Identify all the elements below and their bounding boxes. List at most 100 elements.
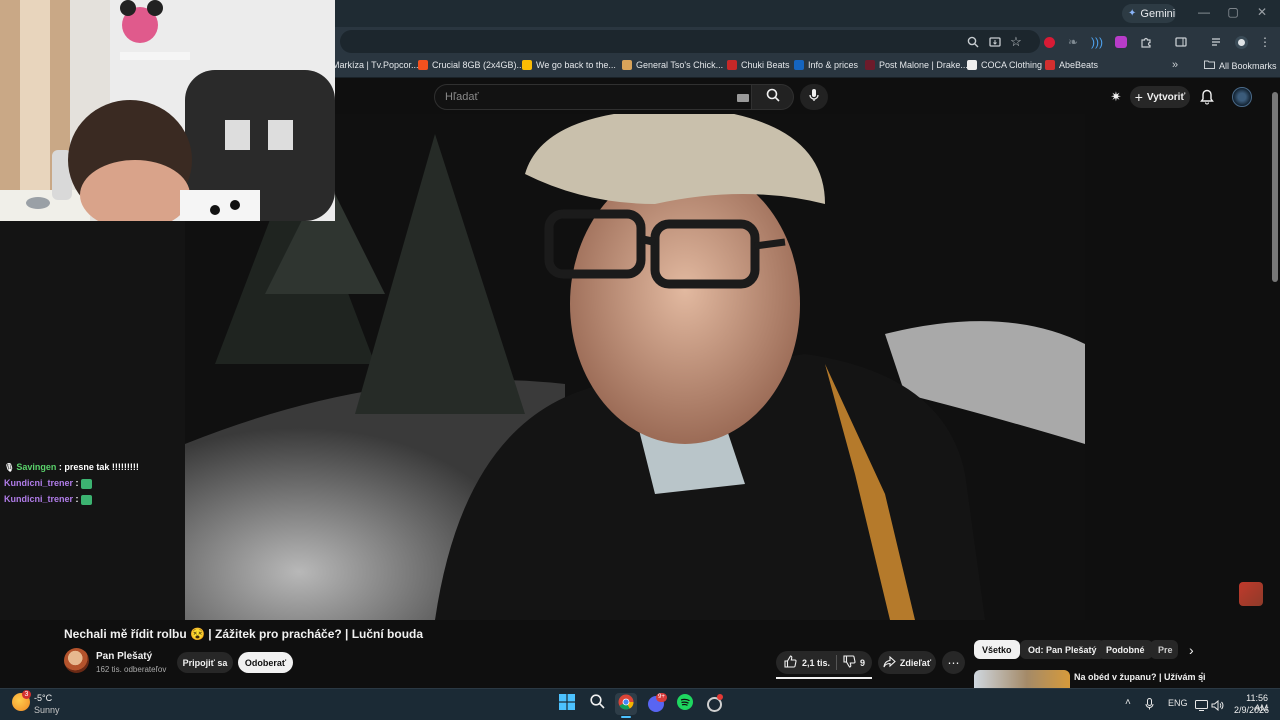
zoom-icon[interactable] — [964, 33, 982, 51]
like-count: 2,1 tis. — [802, 657, 831, 668]
account-avatar[interactable] — [1232, 87, 1252, 107]
create-button[interactable]: + Vytvoriť — [1130, 86, 1190, 108]
sparkle-icon: ✦ — [1128, 8, 1137, 19]
gemini-button[interactable]: ✦ Gemini — [1122, 4, 1176, 23]
address-bar[interactable] — [340, 30, 1040, 53]
bookmark-item[interactable]: Markíza | Tv.Popcor... — [332, 60, 419, 70]
dislike-button[interactable]: 9 — [840, 651, 870, 674]
weather-temp[interactable]: -5°C — [34, 693, 52, 703]
weather-desc[interactable]: Sunny — [34, 705, 60, 715]
profile-avatar[interactable] — [1232, 33, 1250, 51]
like-divider — [836, 655, 837, 670]
subscribe-button[interactable]: Odoberať — [238, 652, 293, 673]
channel-avatar[interactable] — [64, 648, 89, 673]
video-title: Nechali mě řídit rolbu 😵 | Zážitek pro p… — [64, 627, 424, 641]
discord-badge: 9+ — [656, 693, 667, 702]
chat-text: presne tak !!!!!!!!! — [64, 462, 139, 472]
bookmark-item[interactable]: General Tso's Chick... — [622, 60, 723, 70]
all-bookmarks-button[interactable]: All Bookmarks — [1204, 60, 1277, 71]
search-input[interactable]: Hľadať — [434, 84, 752, 110]
thumbs-up-icon — [784, 655, 797, 670]
chat-username[interactable]: Kundicni_trener — [4, 478, 73, 488]
keyboard-icon[interactable] — [737, 94, 749, 102]
extension-leaf-icon[interactable]: ❧ — [1064, 33, 1082, 51]
webcam-overlay — [0, 0, 335, 221]
taskbar-search-button[interactable] — [586, 693, 608, 715]
bookmark-star-icon[interactable]: ☆ — [1007, 33, 1025, 51]
recommended-menu-icon[interactable]: ⋮ — [1196, 670, 1208, 684]
chat-username[interactable]: Savingen — [16, 462, 56, 472]
channel-name[interactable]: Pan Plešatý — [96, 651, 152, 662]
tray-display-icon[interactable] — [1195, 698, 1208, 716]
scrollbar-thumb[interactable] — [1272, 92, 1278, 282]
chat-badge-icon: 🎙 — [4, 463, 17, 472]
chip-for-you[interactable]: Pre — [1150, 640, 1178, 659]
weather-badge: 3 — [22, 690, 31, 699]
bookmark-label: Crucial 8GB (2x4GB)... — [432, 60, 525, 70]
share-label: Zdieľať — [899, 657, 932, 668]
install-app-icon[interactable] — [986, 33, 1004, 51]
bookmark-label: Info & prices — [808, 60, 859, 70]
bookmark-favicon-icon — [622, 60, 632, 70]
bookmark-item[interactable]: Post Malone | Drake... — [865, 60, 968, 70]
bookmarks-overflow-button[interactable]: » — [1172, 59, 1178, 71]
chevron-right-icon[interactable]: › — [1189, 642, 1194, 658]
side-panel-icon[interactable] — [1172, 33, 1190, 51]
bookmark-favicon-icon — [967, 60, 977, 70]
plus-icon: + — [1134, 89, 1143, 105]
search-button[interactable] — [752, 84, 794, 110]
folder-icon — [1204, 60, 1215, 71]
tray-volume-icon[interactable] — [1211, 698, 1224, 716]
chat-username[interactable]: Kundicni_trener — [4, 494, 73, 504]
minimize-button[interactable]: — — [1196, 5, 1212, 19]
emote-icon — [81, 494, 93, 505]
language-indicator[interactable]: ENG — [1168, 698, 1188, 708]
close-window-button[interactable]: ✕ — [1254, 5, 1270, 19]
yt-sparkle-icon[interactable]: ✷ — [1108, 89, 1124, 105]
show-hidden-icons-chevron[interactable]: ˄ — [1125, 697, 1131, 708]
join-button[interactable]: Pripojiť sa — [177, 652, 233, 673]
chip-all[interactable]: Všetko — [974, 640, 1020, 659]
chip-related[interactable]: Podobné — [1098, 640, 1153, 659]
taskbar-chrome-button[interactable] — [615, 693, 637, 715]
like-ratio-bar — [776, 677, 872, 679]
clock-date[interactable]: 2/9/2026 — [1234, 705, 1269, 715]
app-notification-dot — [717, 694, 723, 700]
chip-from-channel[interactable]: Od: Pan Plešatý — [1020, 640, 1105, 659]
media-control-icon[interactable] — [1208, 33, 1226, 51]
chrome-menu-icon[interactable]: ⋮ — [1256, 33, 1274, 51]
spotify-icon — [677, 693, 693, 715]
more-horizontal-icon: ⋯ — [947, 655, 960, 670]
bookmark-item[interactable]: Chuki Beats — [727, 60, 790, 70]
recommended-title[interactable]: Na obéd v županu? | Užívám si — [1074, 672, 1206, 682]
share-button[interactable]: Zdieľať — [878, 651, 936, 674]
search-icon — [766, 88, 780, 107]
bookmark-item[interactable]: COCA Clothing — [967, 60, 1042, 70]
start-button[interactable] — [556, 693, 578, 715]
bookmark-favicon-icon — [727, 60, 737, 70]
bookmark-label: Post Malone | Drake... — [879, 60, 968, 70]
recommended-thumbnail[interactable] — [974, 670, 1070, 688]
bookmark-item[interactable]: Info & prices — [794, 60, 858, 70]
bookmark-label: AbeBeats — [1059, 60, 1099, 70]
maximize-button[interactable]: ▢ — [1225, 5, 1241, 19]
bookmark-item[interactable]: Crucial 8GB (2x4GB)... — [418, 60, 524, 70]
voice-search-button[interactable] — [800, 84, 828, 110]
extension-purple-icon[interactable] — [1112, 33, 1130, 51]
like-button[interactable]: 2,1 tis. — [780, 651, 836, 674]
notifications-bell-icon[interactable] — [1200, 89, 1214, 110]
webcam-frame — [0, 0, 335, 221]
bookmark-label: We go back to the... — [536, 60, 616, 70]
extensions-puzzle-icon[interactable] — [1137, 33, 1155, 51]
dislike-count: 9 — [860, 657, 866, 668]
floating-thumbnail[interactable] — [1239, 582, 1263, 606]
gemini-label: Gemini — [1140, 7, 1176, 20]
bookmark-item[interactable]: AbeBeats — [1045, 60, 1098, 70]
more-actions-button[interactable]: ⋯ — [942, 651, 965, 674]
extension-red-icon[interactable] — [1040, 33, 1058, 51]
tray-mic-icon[interactable] — [1145, 697, 1154, 715]
extension-audio-icon[interactable]: ))) — [1088, 33, 1106, 51]
stream-chat-panel — [0, 221, 185, 620]
bookmark-item[interactable]: We go back to the... — [522, 60, 616, 70]
taskbar-spotify-button[interactable] — [674, 693, 696, 715]
